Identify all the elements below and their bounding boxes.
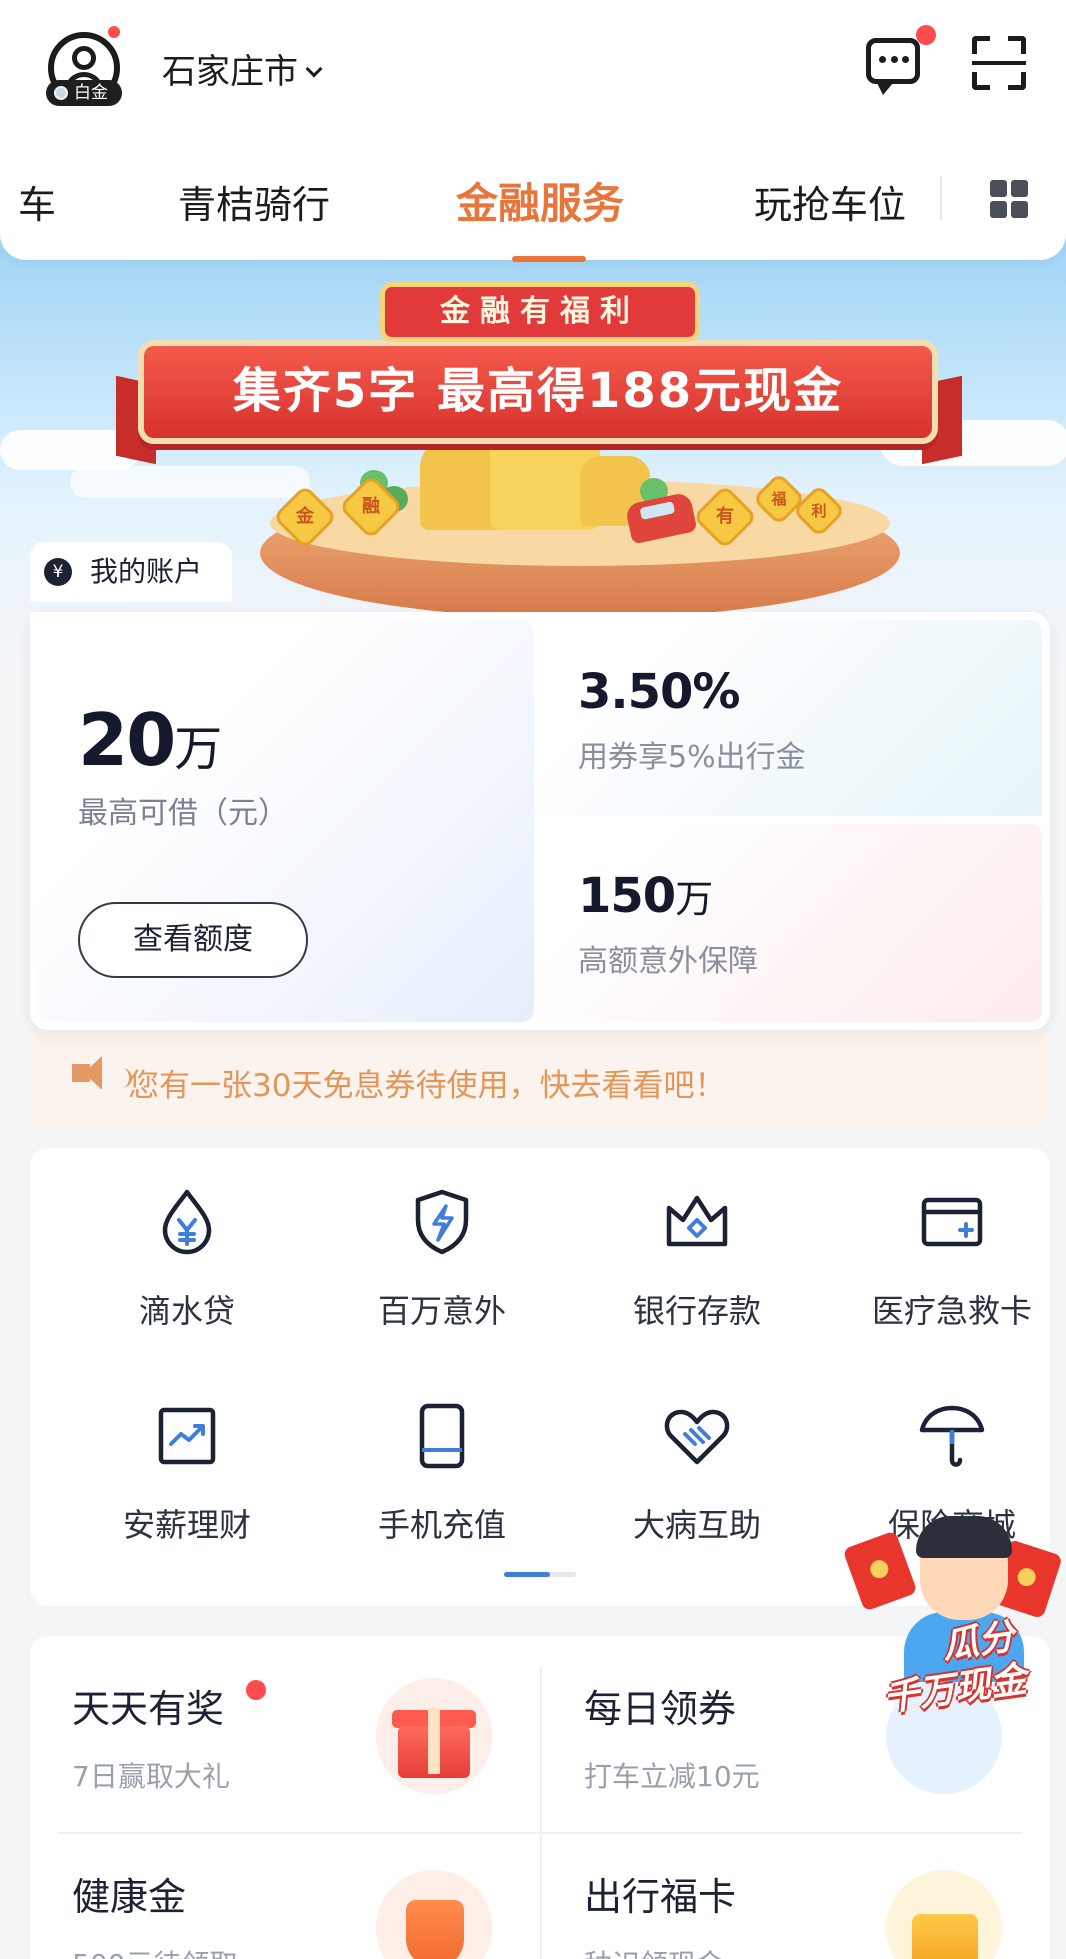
banner-headline: 集齐5字 最高得188元现金 [138, 340, 938, 444]
rate-value: 3.50% [578, 664, 741, 720]
my-account-label[interactable]: ¥ 我的账户 [30, 542, 232, 602]
divider [58, 1832, 1022, 1834]
service-label: 大病互助 [632, 1506, 761, 1544]
heart-handshake-icon [661, 1400, 733, 1472]
guarantee-panel[interactable]: 150万 高额意外保障 [534, 824, 1042, 1022]
cloud-decoration [70, 466, 310, 498]
tab-car[interactable]: 车 [18, 174, 56, 229]
city-name: 石家庄市 [162, 52, 298, 92]
loan-panel[interactable]: 20万 最高可借（元） 查看额度 [36, 620, 534, 1022]
service-label: 医疗急救卡 [871, 1292, 1032, 1330]
scan-icon[interactable] [972, 36, 1026, 90]
reward-daily-coupon[interactable]: 每日领券 打车立减10元 [584, 1678, 760, 1795]
reward-subtitle: 打车立减10元 [584, 1760, 760, 1793]
member-badge: 白金 [46, 80, 122, 106]
shield-coin-icon [376, 1870, 492, 1959]
loan-label: 最高可借（元） [78, 796, 288, 831]
service-medical-card[interactable]: 医疗急救卡 [827, 1186, 1066, 1332]
message-icon[interactable] [866, 38, 920, 95]
yen-icon: ¥ [44, 558, 72, 586]
view-quota-button[interactable]: 查看额度 [78, 902, 308, 978]
account-card: 20万 最高可借（元） 查看额度 3.50% 用券享5%出行金 150万 高额意… [30, 612, 1050, 1030]
message-notification-dot [916, 25, 936, 45]
member-badge-label: 白金 [74, 83, 108, 103]
coupon-notice[interactable]: 您有一张30天免息券待使用，快去看看吧！ [30, 1030, 1050, 1130]
reward-title: 健康金 [72, 1875, 187, 1919]
service-bank-deposit[interactable]: 银行存款 [572, 1186, 822, 1332]
trend-chart-icon [151, 1400, 223, 1472]
umbrella-icon [916, 1400, 988, 1472]
reward-title: 每日领券 [584, 1687, 737, 1731]
reward-subtitle: 7日赢取大礼 [72, 1760, 230, 1793]
gift-icon [376, 1678, 492, 1794]
tab-parking[interactable]: 玩抢车位 [754, 174, 906, 229]
service-label: 滴水贷 [138, 1292, 235, 1330]
city-selector[interactable]: 石家庄市 [162, 44, 323, 93]
reward-subtitle: 500元待领取 [72, 1943, 237, 1959]
speaker-icon [72, 1056, 102, 1090]
rate-label: 用券享5%出行金 [578, 740, 806, 775]
tab-divider [940, 176, 942, 220]
floating-cash-promo[interactable]: 瓜分 千万现金 [842, 1516, 1063, 1742]
card-icon [886, 1870, 1002, 1959]
reward-health-fund[interactable]: 健康金 500元待领取 [72, 1866, 237, 1959]
divider [540, 1666, 542, 1959]
water-drop-yen-icon [151, 1186, 223, 1258]
reward-travel-card[interactable]: 出行福卡 种识领现金 [584, 1866, 736, 1959]
service-million-accident[interactable]: 百万意外 [317, 1186, 567, 1332]
service-label: 手机充值 [377, 1506, 506, 1544]
tab-bike[interactable]: 青桔骑行 [178, 174, 330, 229]
reward-title: 出行福卡 [584, 1875, 737, 1919]
gem-icon [54, 86, 68, 100]
all-categories-grid-icon[interactable] [990, 180, 1028, 218]
guarantee-value: 150万 [578, 868, 713, 924]
mascot-hair [916, 1516, 1012, 1558]
red-envelope-icon [842, 1530, 918, 1612]
service-label: 银行存款 [632, 1292, 761, 1330]
rate-panel[interactable]: 3.50% 用券享5%出行金 [534, 620, 1042, 816]
reward-notification-dot [246, 1680, 266, 1700]
service-salary-finance[interactable]: 安薪理财 [62, 1400, 312, 1546]
top-header: 白金 石家庄市 车 青桔骑行 金融服务 玩抢车位 [0, 0, 1066, 262]
services-pager [504, 1572, 576, 1577]
promo-badge: 瓜分 千万现金 [844, 1610, 1062, 1742]
loan-amount: 20万 [78, 698, 222, 782]
active-tab-indicator [512, 256, 586, 262]
reward-title: 天天有奖 [72, 1687, 225, 1731]
reward-subtitle: 种识领现金 [584, 1943, 736, 1959]
promo-banner[interactable]: 金 融 有 福 利 集齐5字 最高得188元现金 金融有福利 [0, 230, 1066, 670]
phone-icon [406, 1400, 478, 1472]
category-tabs: 车 青桔骑行 金融服务 玩抢车位 [0, 160, 1066, 262]
my-account-text: 我的账户 [90, 555, 203, 588]
guarantee-label: 高额意外保障 [578, 944, 758, 979]
avatar-notification-dot [106, 24, 122, 40]
tab-finance[interactable]: 金融服务 [456, 170, 624, 231]
shield-lightning-icon [406, 1186, 478, 1258]
service-label: 安薪理财 [122, 1506, 251, 1544]
service-label: 百万意外 [377, 1292, 506, 1330]
notice-text: 您有一张30天免息券待使用，快去看看吧！ [128, 1068, 726, 1104]
service-phone-recharge[interactable]: 手机充值 [317, 1400, 567, 1546]
medical-card-icon [916, 1186, 988, 1258]
banner-ribbon-title: 金融有福利 [380, 282, 700, 342]
crown-icon [661, 1186, 733, 1258]
reward-daily-prize[interactable]: 天天有奖 7日赢取大礼 [72, 1678, 230, 1795]
service-critical-illness[interactable]: 大病互助 [572, 1400, 822, 1546]
service-water-loan[interactable]: 滴水贷 [62, 1186, 312, 1332]
chevron-down-icon [305, 60, 323, 78]
